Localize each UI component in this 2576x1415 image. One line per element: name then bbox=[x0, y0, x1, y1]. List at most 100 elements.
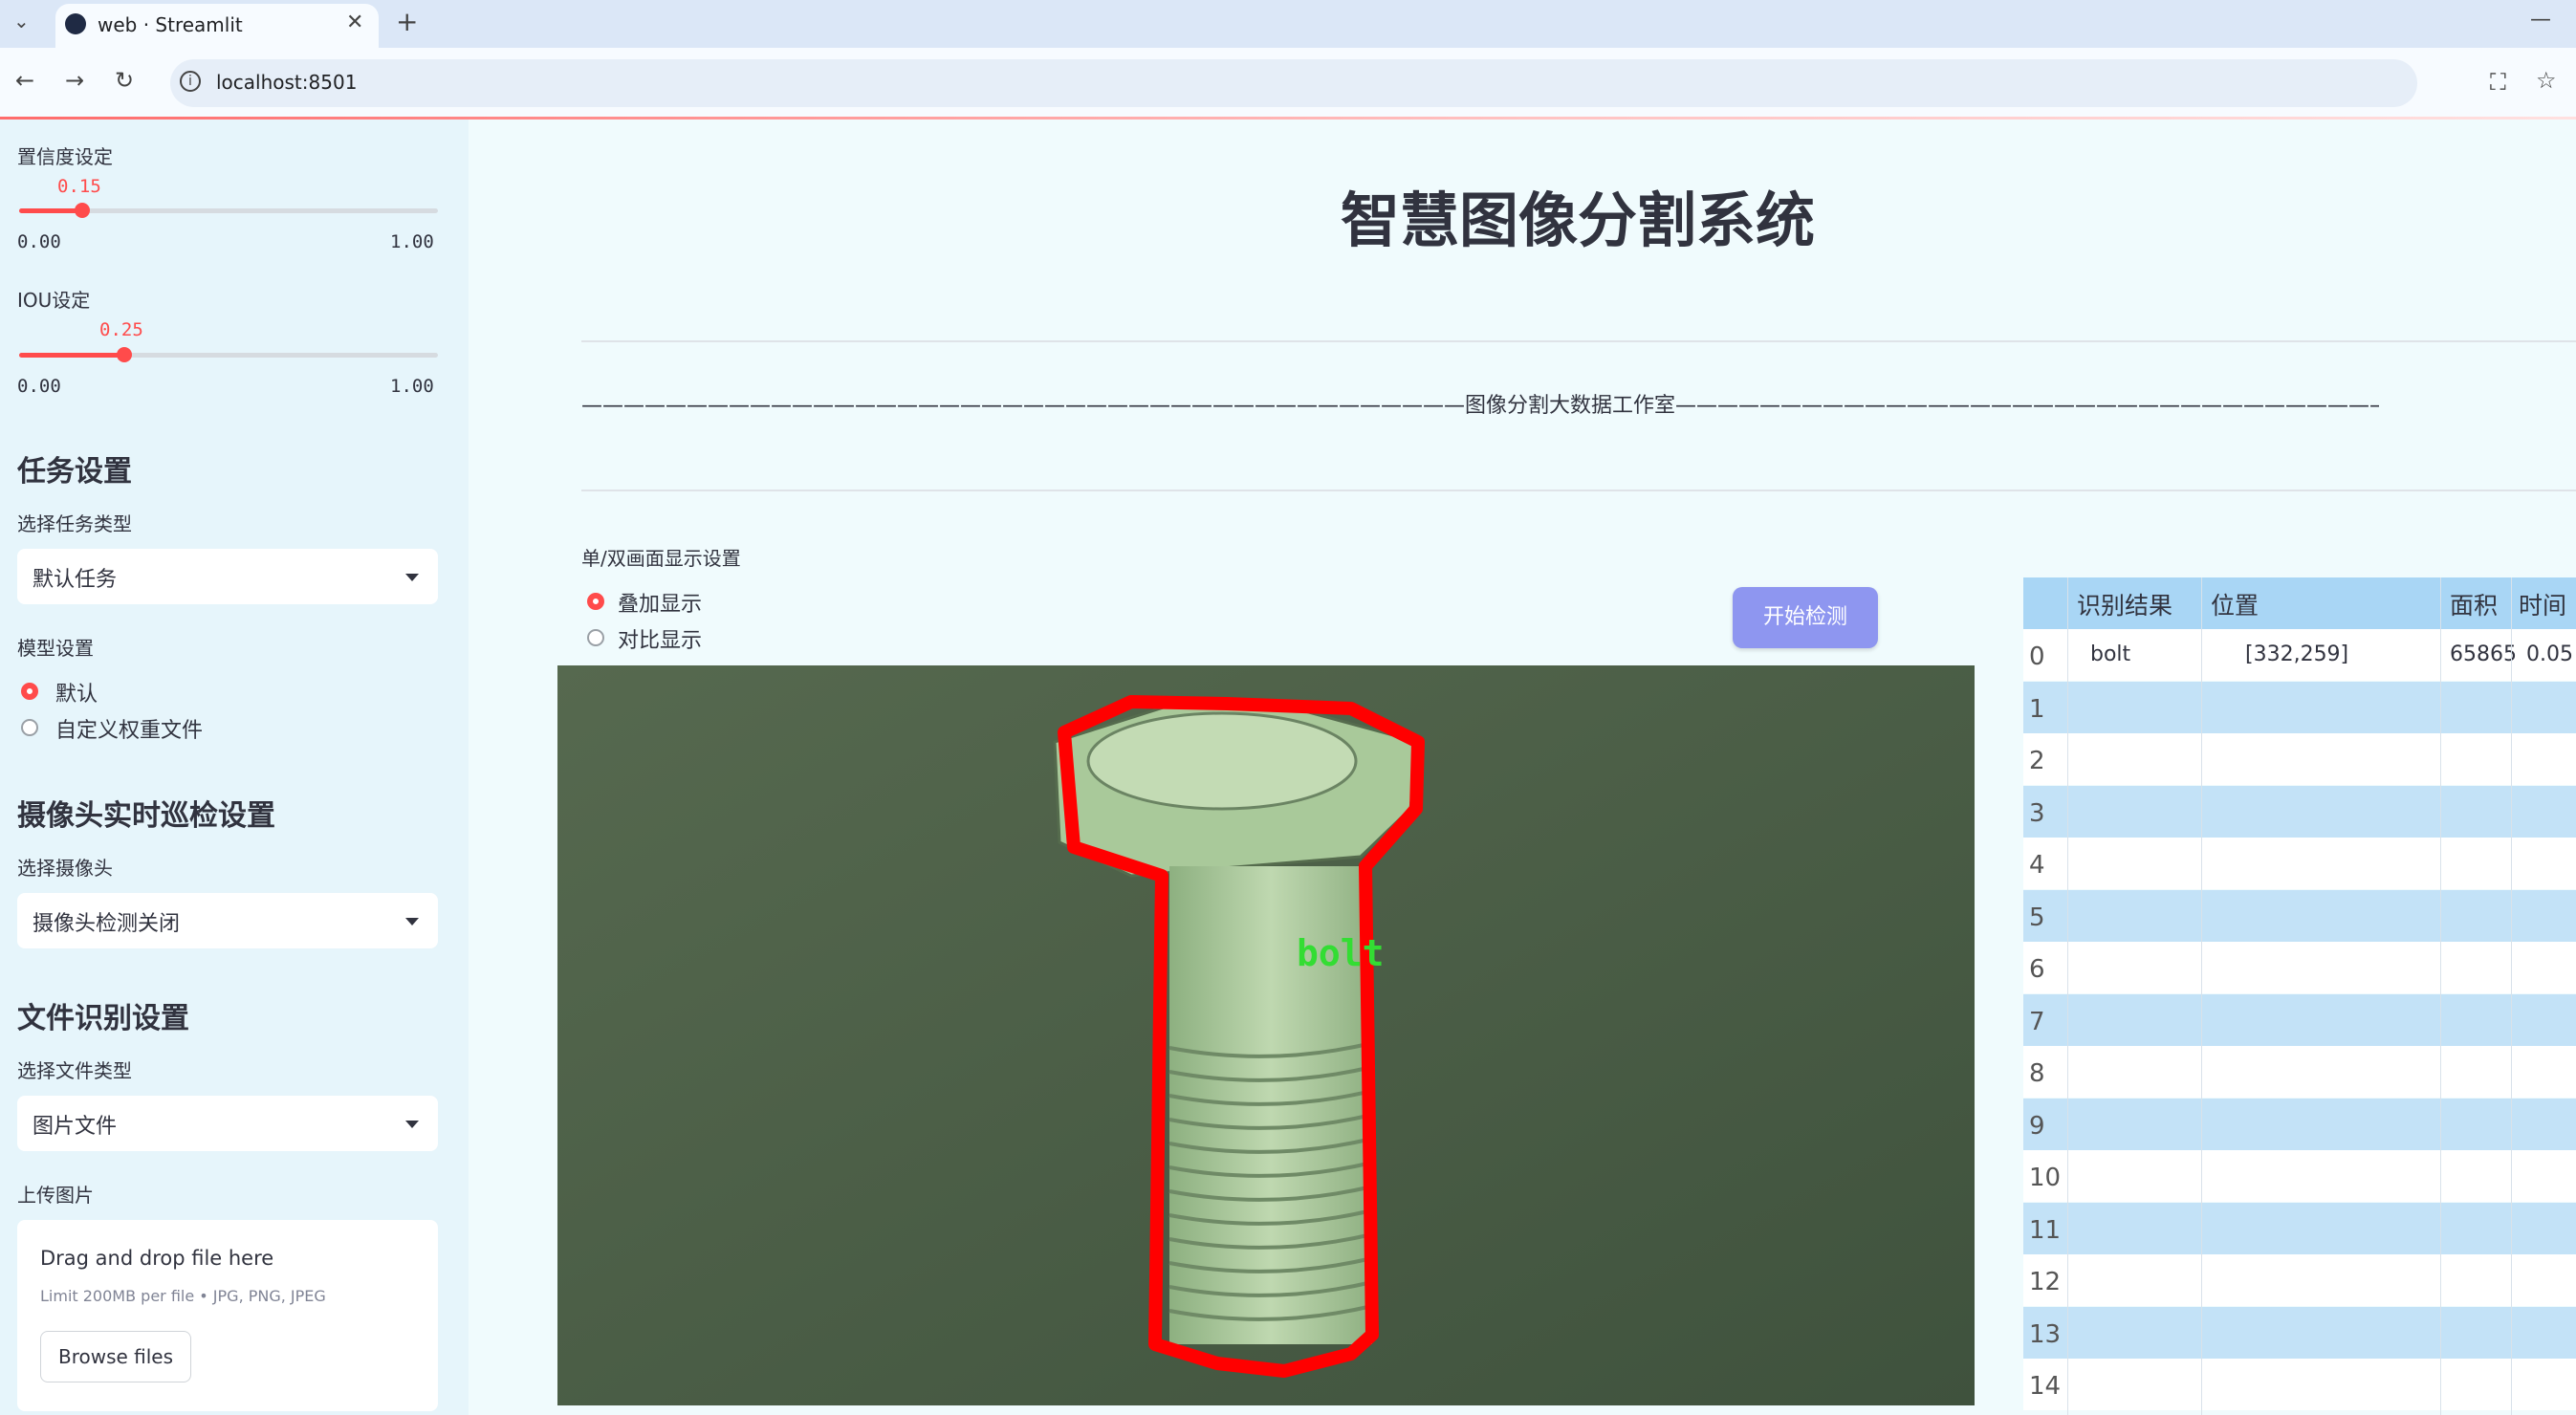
row-index: 1 bbox=[2029, 694, 2045, 724]
table-row[interactable]: 1 bbox=[2023, 681, 2576, 733]
window-minimize-icon[interactable]: — bbox=[2530, 10, 2551, 31]
reload-icon[interactable]: ↻ bbox=[115, 69, 134, 92]
tab-search-chevron-icon[interactable]: ⌄ bbox=[13, 11, 30, 31]
site-info-icon[interactable]: i bbox=[180, 71, 201, 92]
tab-close-icon[interactable]: ✕ bbox=[346, 12, 363, 33]
iou-slider-track[interactable] bbox=[19, 353, 438, 358]
iou-max: 1.00 bbox=[390, 376, 434, 397]
header-area: 面积 bbox=[2450, 592, 2499, 620]
cell-result: bolt bbox=[2090, 642, 2131, 666]
table-row[interactable]: 6 bbox=[2023, 942, 2576, 993]
table-row[interactable]: 11 bbox=[2023, 1202, 2576, 1254]
table-row[interactable]: 4 bbox=[2023, 838, 2576, 889]
row-index: 10 bbox=[2029, 1164, 2062, 1192]
chevron-down-icon bbox=[405, 574, 419, 581]
address-bar[interactable]: i localhost:8501 bbox=[170, 59, 2417, 107]
cell-area: 65865 bbox=[2450, 642, 2517, 666]
camera-select[interactable]: 摄像头检测关闭 bbox=[17, 893, 438, 948]
table-row[interactable]: 0 bolt [332,259] 65865 0.05 bbox=[2023, 629, 2576, 681]
row-index: 9 bbox=[2029, 1111, 2045, 1141]
model-custom-radio[interactable] bbox=[21, 719, 38, 736]
iou-min: 0.00 bbox=[17, 376, 61, 397]
row-index: 3 bbox=[2029, 798, 2045, 828]
table-row[interactable]: 10 bbox=[2023, 1150, 2576, 1202]
iou-value: 0.25 bbox=[99, 319, 143, 340]
page-title: 智慧图像分割系统 bbox=[1340, 185, 1815, 255]
table-row[interactable]: 9 bbox=[2023, 1098, 2576, 1150]
column-divider bbox=[2440, 577, 2441, 1415]
translate-icon[interactable]: ⛶ bbox=[2490, 71, 2506, 94]
upload-label: 上传图片 bbox=[17, 1184, 94, 1207]
compare-display-label: 对比显示 bbox=[618, 629, 703, 653]
chevron-down-icon bbox=[405, 918, 419, 925]
divider-top bbox=[581, 340, 2576, 342]
task-settings-heading: 任务设置 bbox=[17, 455, 132, 489]
browse-files-button[interactable]: Browse files bbox=[40, 1331, 191, 1382]
table-row[interactable]: 5 bbox=[2023, 889, 2576, 942]
bolt-segmentation-image: bolt bbox=[557, 665, 1975, 1405]
column-divider bbox=[2511, 577, 2512, 1415]
overlay-display-label: 叠加显示 bbox=[618, 593, 703, 617]
streamlit-favicon-icon bbox=[65, 13, 86, 34]
url-text: localhost:8501 bbox=[216, 71, 358, 94]
table-row[interactable]: 2 bbox=[2023, 733, 2576, 785]
table-row[interactable]: 13 bbox=[2023, 1306, 2576, 1359]
browser-tab-bar: ⌄ web · Streamlit ✕ + — bbox=[0, 0, 2576, 48]
tab-title: web · Streamlit bbox=[98, 13, 243, 36]
row-index: 5 bbox=[2029, 903, 2045, 932]
row-index: 7 bbox=[2029, 1007, 2045, 1036]
model-settings-label: 模型设置 bbox=[17, 637, 94, 660]
task-type-label: 选择任务类型 bbox=[17, 512, 132, 535]
task-type-selected: 默认任务 bbox=[33, 568, 118, 592]
start-detection-button[interactable]: 开始检测 bbox=[1733, 587, 1878, 648]
chevron-down-icon bbox=[405, 1121, 419, 1128]
browser-tab[interactable]: web · Streamlit ✕ bbox=[55, 4, 379, 48]
compare-display-radio[interactable] bbox=[587, 629, 604, 646]
model-custom-label: 自定义权重文件 bbox=[55, 719, 204, 743]
bookmark-star-icon[interactable]: ☆ bbox=[2536, 69, 2557, 92]
file-type-select[interactable]: 图片文件 bbox=[17, 1096, 438, 1151]
row-index: 8 bbox=[2029, 1059, 2045, 1088]
file-type-label: 选择文件类型 bbox=[17, 1059, 132, 1082]
detection-image: bolt bbox=[557, 665, 1975, 1405]
back-icon[interactable]: ← bbox=[15, 69, 34, 92]
row-index: 11 bbox=[2029, 1215, 2062, 1245]
task-type-select[interactable]: 默认任务 bbox=[17, 549, 438, 604]
detection-label: bolt bbox=[1297, 932, 1385, 974]
model-default-label: 默认 bbox=[55, 683, 98, 707]
column-divider bbox=[2201, 577, 2202, 1415]
overlay-display-radio[interactable] bbox=[587, 593, 604, 610]
table-row[interactable]: 3 bbox=[2023, 785, 2576, 838]
table-row[interactable]: 14 bbox=[2023, 1359, 2576, 1410]
row-index: 13 bbox=[2029, 1319, 2062, 1349]
row-index: 2 bbox=[2029, 747, 2045, 775]
row-index: 4 bbox=[2029, 851, 2045, 880]
iou-label: IOU设定 bbox=[17, 289, 91, 312]
file-settings-heading: 文件识别设置 bbox=[17, 1002, 189, 1035]
camera-select-label: 选择摄像头 bbox=[17, 857, 113, 880]
row-index: 6 bbox=[2029, 955, 2045, 984]
iou-slider-fill bbox=[19, 353, 124, 358]
cell-position: [332,259] bbox=[2245, 642, 2349, 666]
row-index: 12 bbox=[2029, 1268, 2062, 1296]
divider-bottom bbox=[581, 490, 2576, 491]
table-row[interactable]: 8 bbox=[2023, 1046, 2576, 1098]
table-row[interactable]: 7 bbox=[2023, 993, 2576, 1046]
row-index: 0 bbox=[2029, 642, 2045, 671]
file-type-selected: 图片文件 bbox=[33, 1115, 118, 1139]
model-default-radio[interactable] bbox=[21, 683, 38, 700]
camera-selected: 摄像头检测关闭 bbox=[33, 912, 181, 936]
dropzone-text: Drag and drop file here bbox=[40, 1247, 274, 1270]
row-index: 14 bbox=[2029, 1372, 2062, 1401]
new-tab-icon[interactable]: + bbox=[396, 9, 418, 35]
header-result: 识别结果 bbox=[2077, 592, 2173, 620]
header-time: 时间 bbox=[2519, 592, 2567, 620]
results-table[interactable]: 识别结果 位置 面积 时间 0 bolt [332,259] 65865 0.05 1 2 3… bbox=[2023, 577, 2576, 1415]
iou-slider-handle[interactable] bbox=[116, 347, 132, 362]
display-setting-label: 单/双画面显示设置 bbox=[581, 547, 741, 570]
camera-settings-heading: 摄像头实时巡检设置 bbox=[17, 799, 275, 833]
forward-icon[interactable]: → bbox=[65, 69, 84, 92]
table-row[interactable]: 12 bbox=[2023, 1254, 2576, 1306]
file-dropzone[interactable]: Drag and drop file here Limit 200MB per … bbox=[17, 1220, 438, 1411]
workshop-banner: ————————————————————————————————————————… bbox=[581, 394, 2379, 418]
